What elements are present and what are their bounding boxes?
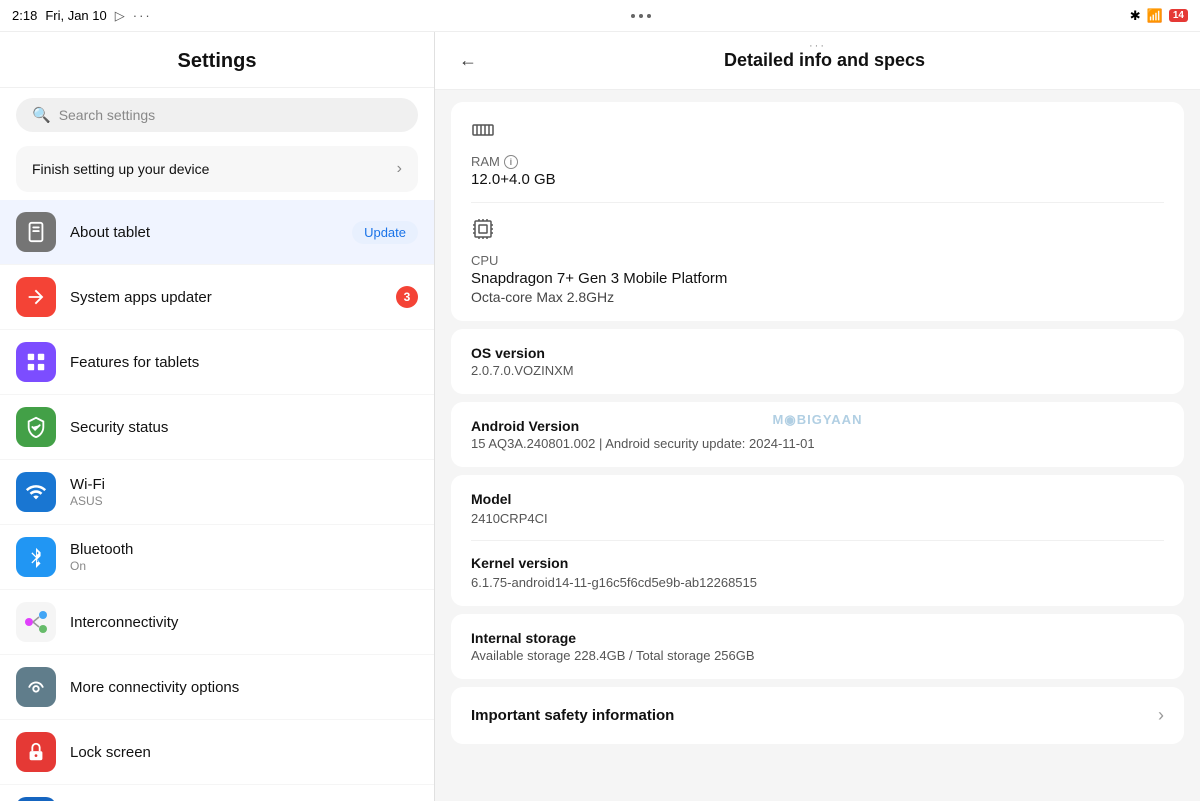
system-apps-label: System apps updater [70,289,382,306]
android-version-label: Android Version [471,418,1164,434]
sidebar-item-features-tablets[interactable]: Features for tablets [0,330,434,395]
right-header: ← Detailed info and specs ··· [435,32,1200,90]
android-version-card: Android Version 15 AQ3A.240801.002 | And… [451,402,1184,467]
security-status-icon [16,407,56,447]
interconnectivity-label: Interconnectivity [70,614,418,631]
security-status-label: Security status [70,419,418,436]
search-bar[interactable]: 🔍 Search settings [16,98,418,132]
model-kernel-card: Model 2410CRP4CI Kernel version 6.1.75-a… [451,475,1184,606]
sidebar-title: Settings [0,32,434,88]
update-badge[interactable]: Update [352,221,418,244]
dot1 [631,14,635,18]
battery-badge: 14 [1169,9,1188,22]
important-safety-label: Important safety information [471,707,674,724]
sidebar-item-system-apps-updater[interactable]: System apps updater 3 [0,265,434,330]
status-center [631,14,651,18]
sidebar-item-security-status[interactable]: Security status [0,395,434,460]
more-icon: ··· [133,8,152,23]
bluetooth-icon [16,537,56,577]
status-bar: 2:18 Fri, Jan 10 ▷ ··· ✱ 📶 14 [0,0,1200,32]
ram-icon [471,118,1164,148]
cpu-section: CPU Snapdragon 7+ Gen 3 Mobile Platform … [471,202,1164,305]
finish-setup-row[interactable]: Finish setting up your device › [16,146,418,192]
dot3 [647,14,651,18]
sidebar: Settings 🔍 Search settings Finish settin… [0,32,435,801]
right-panel: ← Detailed info and specs ··· [435,32,1200,756]
android-version-value: 15 AQ3A.240801.002 | Android security up… [471,436,1164,451]
internal-storage-label: Internal storage [471,630,1164,646]
ram-cpu-card: RAM i 12.0+4.0 GB [451,102,1184,321]
sidebar-item-bluetooth[interactable]: Bluetooth On [0,525,434,590]
ram-value: 12.0+4.0 GB [471,171,1164,188]
model-section: Model 2410CRP4CI [471,491,1164,526]
model-label: Model [471,491,1164,507]
bluetooth-label: Bluetooth On [70,541,418,573]
cpu-label: CPU [471,253,1164,268]
ram-label: RAM i [471,154,1164,169]
back-button[interactable]: ← [455,46,481,75]
dot2 [639,14,643,18]
more-connectivity-label: More connectivity options [70,679,418,696]
right-panel-wrapper: ← Detailed info and specs ··· [435,32,1200,801]
status-left: 2:18 Fri, Jan 10 ▷ ··· [12,8,152,24]
finish-setup-label: Finish setting up your device [32,161,209,177]
status-time: 2:18 [12,8,37,23]
chevron-right-icon: › [397,160,402,178]
internal-storage-value: Available storage 228.4GB / Total storag… [471,648,1164,663]
ram-info-icon: i [504,155,518,169]
os-version-card: OS version 2.0.7.0.VOZINXM [451,329,1184,394]
kernel-section: Kernel version 6.1.75-android14-11-g16c5… [471,540,1164,590]
ram-section: RAM i 12.0+4.0 GB [471,118,1164,188]
search-placeholder: Search settings [59,107,156,123]
more-connectivity-icon [16,667,56,707]
right-content: RAM i 12.0+4.0 GB [435,90,1200,756]
os-version-value: 2.0.7.0.VOZINXM [471,363,1164,378]
sidebar-item-interconnectivity[interactable]: Interconnectivity [0,590,434,655]
kernel-version-label: Kernel version [471,555,1164,571]
sidebar-item-more-connectivity[interactable]: More connectivity options [0,655,434,720]
about-tablet-icon [16,212,56,252]
interconnectivity-icon [16,602,56,642]
wifi-icon [16,472,56,512]
features-tablets-label: Features for tablets [70,354,418,371]
header-more-dots[interactable]: ··· [809,40,826,52]
sidebar-item-wifi[interactable]: Wi-Fi ASUS [0,460,434,525]
os-version-label: OS version [471,345,1164,361]
internal-storage-card: Internal storage Available storage 228.4… [451,614,1184,679]
wifi-status-icon: 📶 [1147,8,1163,24]
status-date: Fri, Jan 10 [45,8,106,23]
model-value: 2410CRP4CI [471,511,1164,526]
cpu-icon [471,217,1164,247]
play-icon: ▷ [115,8,125,24]
important-safety-row[interactable]: Important safety information › [451,687,1184,744]
cpu-value2: Octa-core Max 2.8GHz [471,289,1164,305]
search-icon: 🔍 [32,106,51,124]
sidebar-item-notifications[interactable]: Notifications & status bar [0,785,434,801]
system-apps-icon [16,277,56,317]
notification-badge: 3 [396,286,418,308]
lock-screen-icon [16,732,56,772]
status-right: ✱ 📶 14 [1130,8,1188,24]
wifi-label: Wi-Fi ASUS [70,476,418,508]
bluetooth-status-icon: ✱ [1130,8,1141,24]
right-panel-title: Detailed info and specs [493,50,1180,71]
main-layout: Settings 🔍 Search settings Finish settin… [0,32,1200,801]
kernel-version-value: 6.1.75-android14-11-g16c5f6cd5e9b-ab1226… [471,575,1164,590]
sidebar-item-about-tablet[interactable]: About tablet Update [0,200,434,265]
sidebar-item-lock-screen[interactable]: Lock screen [0,720,434,785]
about-tablet-label: About tablet [70,224,338,241]
important-safety-chevron: › [1158,705,1164,726]
lock-screen-label: Lock screen [70,744,418,761]
cpu-value: Snapdragon 7+ Gen 3 Mobile Platform [471,270,1164,287]
features-tablets-icon [16,342,56,382]
notifications-icon [16,797,56,801]
